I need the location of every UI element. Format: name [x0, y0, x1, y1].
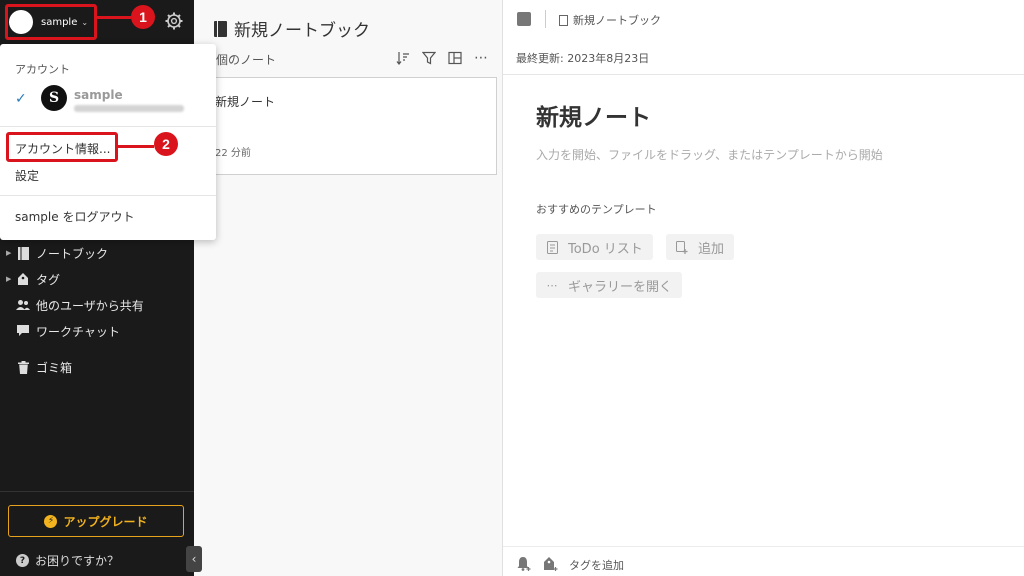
callout-connector-1: [97, 16, 131, 19]
sort-icon[interactable]: [396, 50, 410, 66]
add-tag-label[interactable]: タグを追加: [569, 557, 624, 573]
divider: [0, 491, 194, 492]
sidebar-item-notebooks[interactable]: ▶ ノートブック: [0, 240, 194, 266]
template-label: ToDo リスト: [568, 241, 643, 257]
divider: [545, 10, 546, 28]
chat-icon: [16, 324, 30, 338]
reminder-bell-icon[interactable]: [516, 556, 532, 576]
open-gallery-button[interactable]: ⋯ ギャラリーを開く: [536, 272, 683, 298]
sidebar-item-workchat[interactable]: ワークチャット: [0, 318, 194, 344]
divider: [0, 126, 216, 127]
notebook-icon: [214, 20, 227, 37]
help-label: お困りですか？: [35, 554, 120, 568]
sidebar-item-label: タグ: [36, 272, 61, 287]
note-list-toolbar: ⋯: [396, 50, 488, 66]
help-link[interactable]: ? お困りですか？: [16, 552, 119, 569]
note-list-panel: 新規ノートブック 個のノート ⋯ 新規ノート 22 分前: [194, 0, 503, 576]
divider: [0, 195, 216, 196]
note-timestamp: 22 分前: [215, 148, 251, 159]
logout-menu-item[interactable]: sample をログアウト: [15, 208, 134, 225]
upgrade-label: アップグレード: [63, 514, 148, 529]
sidebar-item-label: ゴミ箱: [36, 360, 73, 375]
callout-highlight-2: [6, 132, 118, 162]
callout-connector-2: [118, 145, 154, 148]
gear-icon[interactable]: [164, 11, 184, 31]
caret-right-icon[interactable]: ▶: [6, 249, 16, 257]
editor-panel: 新規ノートブック 最終更新: 2023年8月23日 新規ノート 入力を開始、ファ…: [503, 0, 1024, 576]
lightning-icon: ⚡: [44, 514, 58, 528]
question-icon: ?: [16, 554, 29, 567]
last-updated: 最終更新: 2023年8月23日: [516, 52, 650, 65]
callout-highlight-1: [5, 4, 97, 40]
tag-icon: [16, 272, 30, 286]
template-label: 追加: [698, 241, 725, 257]
more-icon: ⋯: [546, 278, 558, 292]
add-template-icon: [676, 240, 688, 254]
shared-users-icon: [16, 298, 30, 312]
upgrade-button[interactable]: ⚡ アップグレード: [8, 505, 184, 537]
template-todo-button[interactable]: ToDo リスト: [536, 234, 653, 260]
breadcrumb: 新規ノートブック: [573, 14, 661, 27]
note-body-placeholder[interactable]: 入力を開始、ファイルをドラッグ、またはテンプレートから開始: [536, 146, 883, 163]
template-add-button[interactable]: 追加: [666, 234, 735, 260]
sidebar-item-label: ワークチャット: [36, 324, 120, 339]
page-title: 新規ノートブック: [214, 16, 370, 41]
expand-icon[interactable]: [517, 12, 531, 26]
settings-menu-item[interactable]: 設定: [15, 167, 39, 184]
template-label: ギャラリーを開く: [568, 279, 673, 295]
list-item[interactable]: 新規ノート 22 分前: [198, 77, 497, 175]
sidebar-item-label: ノートブック: [36, 246, 109, 261]
account-name[interactable]: sample: [74, 88, 123, 102]
trash-icon: [16, 360, 30, 374]
notebook-title: 新規ノートブック: [234, 21, 370, 41]
check-icon: ✓: [15, 91, 27, 107]
sidebar-item-tags[interactable]: ▶ タグ: [0, 266, 194, 292]
divider: [503, 74, 1024, 75]
note-title-input[interactable]: 新規ノート: [536, 98, 651, 132]
add-tag-icon[interactable]: [543, 556, 559, 576]
caret-right-icon[interactable]: ▶: [6, 275, 16, 283]
sidebar-item-trash[interactable]: ゴミ箱: [0, 354, 194, 380]
divider: [503, 546, 1024, 547]
sidebar-item-label: 他のユーザから共有: [36, 298, 144, 313]
section-label: アカウント: [15, 63, 70, 76]
checklist-icon: [546, 240, 558, 254]
note-title: 新規ノート: [215, 95, 276, 109]
collapse-sidebar-button[interactable]: ‹: [186, 546, 202, 572]
sidebar-nav: ▶ ノートブック ▶ タグ 他のユーザから共有 ワークチャット ゴミ箱: [0, 240, 194, 380]
sidebar-item-shared[interactable]: 他のユーザから共有: [0, 292, 194, 318]
editor-notebook-breadcrumb[interactable]: 新規ノートブック: [559, 12, 661, 28]
avatar: S: [41, 85, 67, 111]
filter-icon[interactable]: [422, 50, 436, 66]
callout-badge-2: 2: [154, 132, 178, 156]
notebook-icon: [16, 246, 30, 260]
more-icon[interactable]: ⋯: [474, 50, 488, 66]
note-count: 個のノート: [216, 53, 277, 67]
account-email-blurred: [74, 105, 184, 112]
notebook-icon: [559, 14, 568, 26]
view-layout-icon[interactable]: [448, 50, 462, 66]
callout-badge-1: 1: [131, 5, 155, 29]
templates-heading: おすすめのテンプレート: [536, 203, 657, 216]
